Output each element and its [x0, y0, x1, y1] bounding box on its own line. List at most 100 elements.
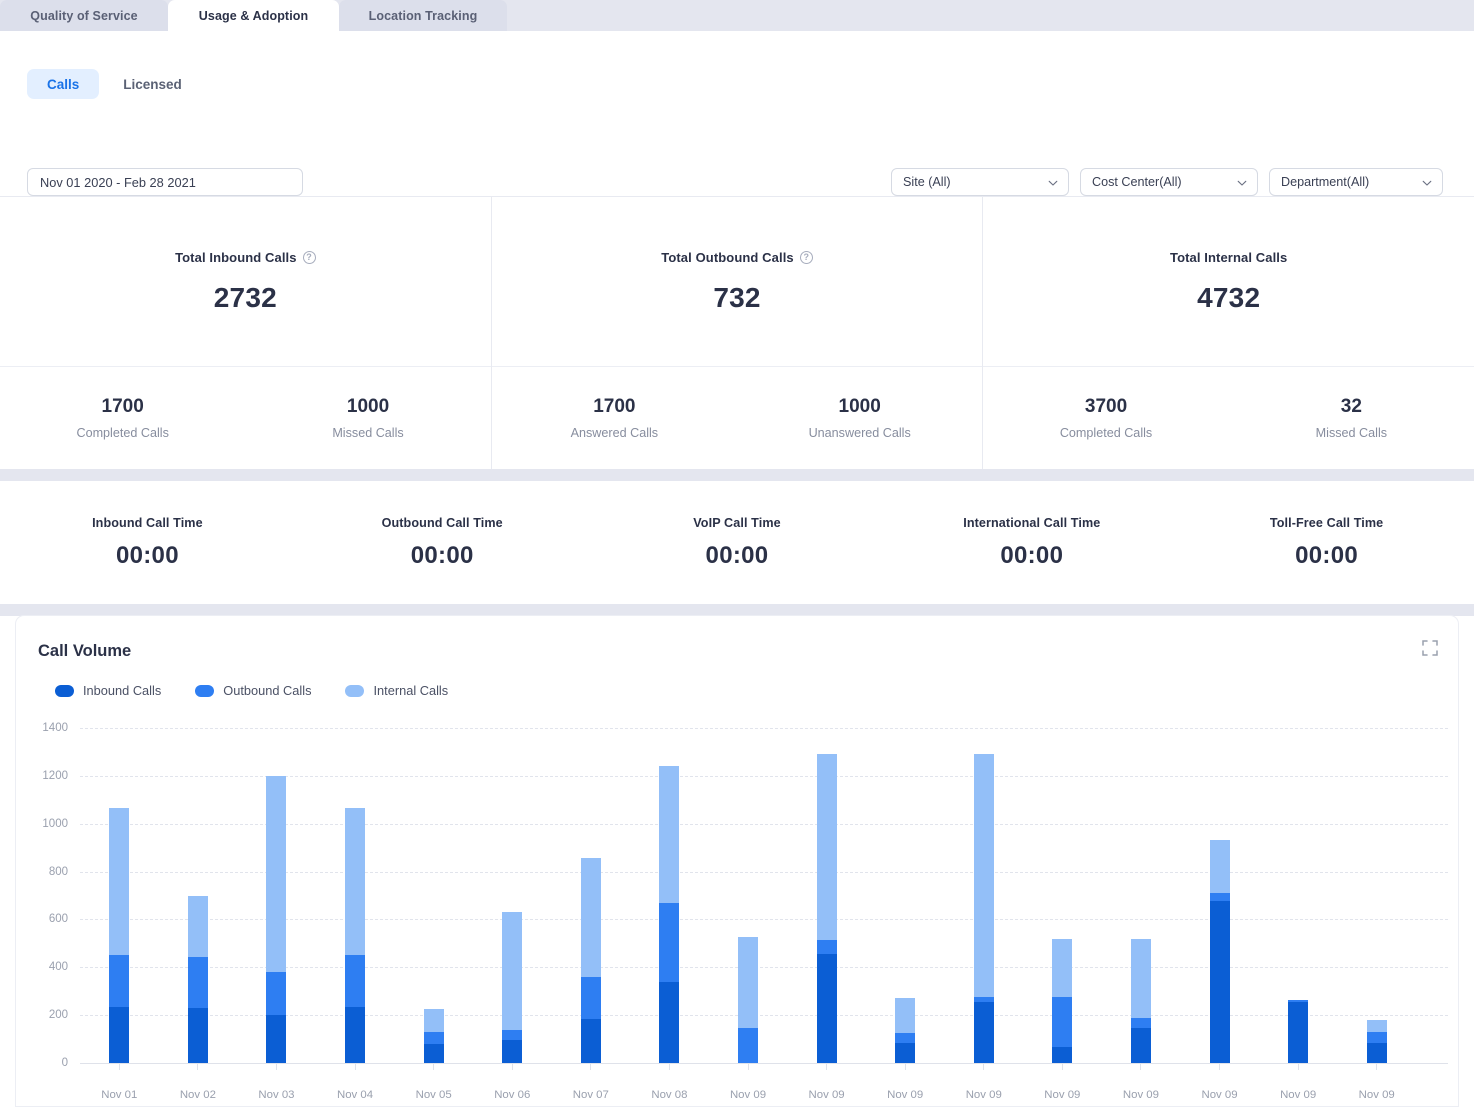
bar-segment-inbound-calls[interactable] [1131, 1028, 1151, 1063]
bar-segment-inbound-calls[interactable] [109, 1007, 129, 1063]
x-axis-tick-label: Nov 09 [1280, 1089, 1316, 1101]
bar-group[interactable] [1127, 939, 1155, 1063]
bar-group[interactable] [262, 776, 290, 1063]
bar-group[interactable] [655, 766, 683, 1063]
bar-segment-inbound-calls[interactable] [817, 954, 837, 1063]
bar-group[interactable] [891, 998, 919, 1063]
tab-usage-and-adoption[interactable]: Usage & Adoption [168, 0, 339, 31]
bar-segment-internal-calls[interactable] [1367, 1020, 1387, 1032]
bar-segment-internal-calls[interactable] [188, 896, 208, 957]
bar-segment-inbound-calls[interactable] [895, 1043, 915, 1063]
bar-segment-outbound-calls[interactable] [1052, 997, 1072, 1047]
bar-segment-outbound-calls[interactable] [895, 1033, 915, 1043]
bar-group[interactable] [970, 754, 998, 1063]
legend-item-internal-calls[interactable]: Internal Calls [345, 683, 448, 698]
date-range-picker[interactable]: Nov 01 2020 - Feb 28 2021 [27, 168, 303, 196]
bar-group[interactable] [420, 1009, 448, 1063]
y-axis-tick-label: 600 [16, 913, 68, 925]
bar-segment-outbound-calls[interactable] [109, 955, 129, 1006]
bar-segment-internal-calls[interactable] [424, 1009, 444, 1032]
bar-stack[interactable] [1052, 939, 1072, 1063]
bar-segment-outbound-calls[interactable] [738, 1028, 758, 1063]
bar-stack[interactable] [266, 776, 286, 1063]
kpi-card-total-internal-calls: Total Internal Calls 4732 3700 Completed… [982, 197, 1474, 469]
bar-stack[interactable] [659, 766, 679, 1063]
bar-segment-inbound-calls[interactable] [659, 982, 679, 1063]
bar-segment-outbound-calls[interactable] [266, 972, 286, 1015]
bar-segment-outbound-calls[interactable] [1131, 1018, 1151, 1029]
bar-segment-internal-calls[interactable] [266, 776, 286, 972]
bar-segment-internal-calls[interactable] [109, 808, 129, 955]
cost-center-filter-dropdown[interactable]: Cost Center(All) [1080, 168, 1258, 196]
bar-segment-inbound-calls[interactable] [188, 1008, 208, 1063]
bar-group[interactable] [498, 912, 526, 1063]
bar-segment-inbound-calls[interactable] [1052, 1047, 1072, 1063]
bar-stack[interactable] [1288, 1000, 1308, 1063]
bar-stack[interactable] [424, 1009, 444, 1063]
bar-segment-inbound-calls[interactable] [1288, 1002, 1308, 1063]
bar-stack[interactable] [895, 998, 915, 1063]
bar-segment-internal-calls[interactable] [502, 912, 522, 1029]
chevron-down-icon [1237, 178, 1246, 187]
bar-stack[interactable] [1210, 840, 1230, 1063]
bar-group[interactable] [184, 896, 212, 1063]
bar-group[interactable] [813, 754, 841, 1063]
bar-segment-outbound-calls[interactable] [188, 957, 208, 1008]
bar-segment-internal-calls[interactable] [345, 808, 365, 955]
bar-group[interactable] [1363, 1020, 1391, 1063]
bar-segment-inbound-calls[interactable] [1210, 901, 1230, 1063]
bar-stack[interactable] [502, 912, 522, 1063]
help-icon[interactable]: ? [303, 251, 316, 264]
bar-segment-inbound-calls[interactable] [424, 1044, 444, 1063]
bar-segment-inbound-calls[interactable] [581, 1019, 601, 1063]
bar-segment-outbound-calls[interactable] [502, 1030, 522, 1041]
bar-stack[interactable] [817, 754, 837, 1063]
bar-segment-inbound-calls[interactable] [345, 1007, 365, 1063]
segment-licensed[interactable]: Licensed [103, 69, 202, 99]
bar-segment-internal-calls[interactable] [817, 754, 837, 939]
bar-segment-internal-calls[interactable] [659, 766, 679, 902]
tab-quality-of-service[interactable]: Quality of Service [0, 0, 168, 31]
bar-segment-internal-calls[interactable] [1131, 939, 1151, 1018]
bar-group[interactable] [341, 808, 369, 1063]
bar-segment-internal-calls[interactable] [738, 937, 758, 1028]
bar-stack[interactable] [581, 858, 601, 1063]
bar-segment-inbound-calls[interactable] [974, 1002, 994, 1063]
bar-stack[interactable] [1367, 1020, 1387, 1063]
site-filter-dropdown[interactable]: Site (All) [891, 168, 1069, 196]
bar-segment-outbound-calls[interactable] [817, 940, 837, 954]
legend-item-inbound-calls[interactable]: Inbound Calls [55, 683, 161, 698]
bar-segment-internal-calls[interactable] [1052, 939, 1072, 998]
bar-segment-internal-calls[interactable] [1210, 840, 1230, 893]
bar-group[interactable] [734, 937, 762, 1063]
bar-segment-outbound-calls[interactable] [581, 977, 601, 1019]
bar-group[interactable] [1284, 1000, 1312, 1063]
bar-stack[interactable] [345, 808, 365, 1063]
segment-calls[interactable]: Calls [27, 69, 99, 99]
expand-icon[interactable] [1420, 638, 1440, 658]
bar-segment-internal-calls[interactable] [974, 754, 994, 997]
bar-segment-inbound-calls[interactable] [1367, 1043, 1387, 1063]
tab-location-tracking[interactable]: Location Tracking [339, 0, 507, 31]
bar-segment-inbound-calls[interactable] [502, 1040, 522, 1063]
bar-segment-outbound-calls[interactable] [1210, 893, 1230, 901]
bar-stack[interactable] [188, 896, 208, 1063]
bar-segment-inbound-calls[interactable] [266, 1015, 286, 1063]
bar-stack[interactable] [1131, 939, 1151, 1063]
bar-segment-outbound-calls[interactable] [659, 903, 679, 982]
bar-stack[interactable] [738, 937, 758, 1063]
department-filter-dropdown[interactable]: Department(All) [1269, 168, 1443, 196]
legend-item-outbound-calls[interactable]: Outbound Calls [195, 683, 311, 698]
bar-segment-outbound-calls[interactable] [424, 1032, 444, 1044]
bar-group[interactable] [1206, 840, 1234, 1063]
bar-segment-outbound-calls[interactable] [345, 955, 365, 1006]
bar-stack[interactable] [109, 808, 129, 1063]
help-icon[interactable]: ? [800, 251, 813, 264]
bar-group[interactable] [105, 808, 133, 1063]
bar-segment-internal-calls[interactable] [895, 998, 915, 1033]
bar-group[interactable] [577, 858, 605, 1063]
bar-stack[interactable] [974, 754, 994, 1063]
bar-segment-outbound-calls[interactable] [1367, 1032, 1387, 1043]
bar-group[interactable] [1048, 939, 1076, 1063]
bar-segment-internal-calls[interactable] [581, 858, 601, 976]
